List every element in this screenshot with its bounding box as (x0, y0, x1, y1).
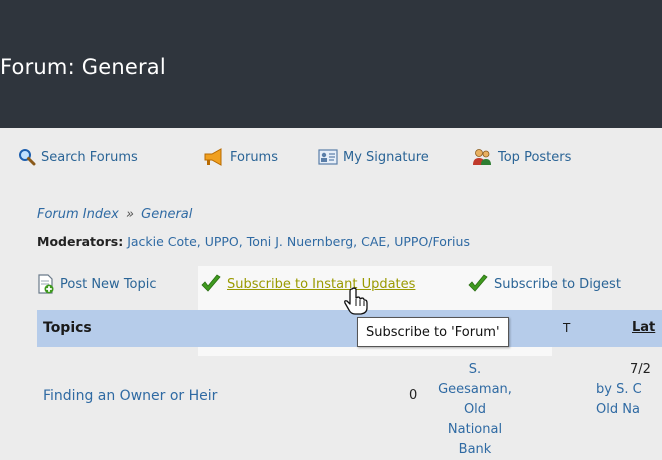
moderators-names[interactable]: Jackie Cote, UPPO, Toni J. Nuernberg, CA… (127, 234, 470, 249)
search-forums-link[interactable]: Search Forums (18, 147, 138, 167)
topic-author[interactable]: S. Geesaman, Old National Bank (435, 360, 515, 460)
latest-post-date: 7/2 (630, 362, 651, 377)
page-header: Forum: General (0, 0, 662, 128)
post-new-topic-button[interactable]: Post New Topic (37, 273, 157, 295)
users-icon (473, 149, 491, 165)
subscribe-digest-label: Subscribe to Digest (494, 276, 621, 292)
forums-label: Forums (230, 149, 278, 165)
topic-author-line: Bank (458, 442, 492, 457)
breadcrumb: Forum Index » General (37, 207, 192, 222)
my-signature-link[interactable]: My Signature (318, 147, 429, 167)
topic-latest-post: 7/2 by S. C Old Na (596, 360, 651, 420)
hand-cursor-icon (344, 287, 368, 315)
subscribe-instant-updates-label: Subscribe to Instant Updates (227, 276, 416, 292)
checkmark-icon (201, 274, 221, 292)
latest-post-by[interactable]: by S. C (596, 380, 651, 400)
post-new-topic-label: Post New Topic (60, 276, 157, 292)
column-header-latest[interactable]: Lat (632, 320, 655, 335)
my-signature-label: My Signature (343, 149, 429, 165)
subscribe-instant-updates-link[interactable]: Subscribe to Instant Updates (200, 273, 415, 295)
page-title: Forum: General (0, 55, 166, 79)
search-forums-label: Search Forums (41, 149, 138, 165)
topics-table-header: Topics T Lat (37, 310, 662, 347)
search-icon (19, 149, 36, 166)
topic-author-line: S. Geesaman, (438, 362, 512, 397)
top-posters-label: Top Posters (498, 149, 572, 165)
forums-link[interactable]: Forums (203, 147, 278, 167)
moderators-line: Moderators: Jackie Cote, UPPO, Toni J. N… (37, 234, 470, 249)
topic-title-link[interactable]: Finding an Owner or Heir (43, 388, 217, 404)
subscribe-digest-link[interactable]: Subscribe to Digest (467, 273, 621, 295)
latest-post-author-link[interactable]: by S. C (596, 382, 642, 397)
tooltip: Subscribe to 'Forum' (357, 317, 509, 347)
tooltip-text: Subscribe to 'Forum' (366, 324, 500, 340)
breadcrumb-current[interactable]: General (141, 207, 192, 222)
column-header-partial: T (563, 321, 571, 335)
column-header-topics[interactable]: Topics (43, 320, 92, 336)
top-posters-link[interactable]: Top Posters (471, 147, 571, 167)
latest-post-org: Old Na (596, 402, 640, 417)
topic-replies-count: 0 (409, 388, 418, 403)
breadcrumb-separator: » (125, 207, 134, 222)
moderators-label: Moderators: (37, 234, 124, 249)
breadcrumb-forum-index[interactable]: Forum Index (37, 207, 119, 222)
megaphone-icon (204, 148, 222, 166)
signature-card-icon (318, 149, 338, 165)
topic-author-line: Old National (447, 402, 503, 437)
checkmark-icon (468, 274, 488, 292)
new-document-icon (38, 274, 54, 294)
